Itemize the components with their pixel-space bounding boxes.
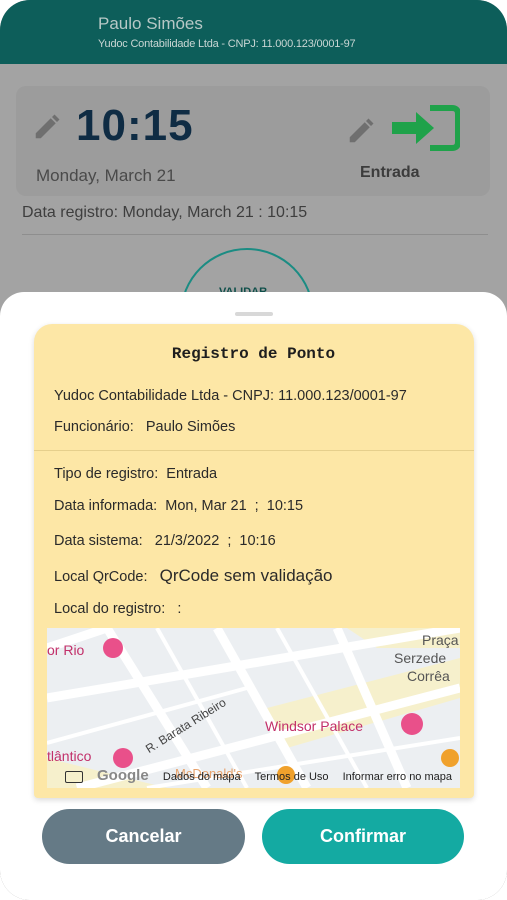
employee-value: Paulo Simões [145, 419, 236, 435]
map-report-link[interactable]: Informar erro no mapa [343, 771, 452, 783]
phone-screen: Paulo Simões Yudoc Contabilidade Ltda - … [0, 0, 507, 900]
clock-date: Monday, March 21 [36, 166, 176, 185]
atlantico-pin [113, 748, 133, 768]
receipt-data-informada: Data informada: Mon, Mar 21 ; 10:15 [54, 498, 303, 514]
receipt-data-sistema: Data sistema: 21/3/2022 ; 10:16 [54, 533, 276, 549]
map-label-atlantico: tlântico [47, 748, 92, 764]
data-sistema-value: 21/3/2022 ; 10:16 [154, 533, 276, 549]
map-terms-link[interactable]: Termos de Uso [255, 771, 329, 783]
tipo-label: Tipo de registro: [54, 466, 159, 482]
local-qrcode-value: QrCode sem validação [159, 566, 333, 585]
data-registro: Data registro: Monday, March 21 : 10:15 [22, 204, 308, 221]
receipt-employee: Funcionário: Paulo Simões [54, 419, 235, 435]
map-footer: Dados do mapa Termos de Uso Informar err… [47, 766, 460, 788]
entry-login-icon [392, 105, 460, 151]
receipt-company: Yudoc Contabilidade Ltda - CNPJ: 11.000.… [54, 388, 407, 404]
windsor-pin [401, 713, 423, 735]
map-data-link[interactable]: Dados do mapa [163, 771, 241, 783]
edit-type-pencil-icon[interactable] [346, 116, 376, 146]
restaurant-pin [441, 749, 459, 767]
receipt-local-qrcode: Local QrCode: QrCode sem validação [54, 566, 333, 586]
confirm-button[interactable]: Confirmar [262, 809, 464, 864]
cancel-label: Cancelar [105, 826, 182, 846]
receipt-local-registro: Local do registro: : [54, 601, 181, 617]
receipt-title: Registro de Ponto [171, 345, 336, 363]
confirm-label: Confirmar [319, 826, 406, 846]
data-informada-label: Data informada: [54, 498, 158, 514]
tipo-value: Entrada [166, 466, 218, 482]
employee-name: Paulo Simões [98, 14, 203, 33]
clock-time: 10:15 [76, 101, 194, 150]
company-info: Yudoc Contabilidade Ltda - CNPJ: 11.000.… [98, 38, 356, 50]
map-label-serzede: Serzede [394, 650, 447, 666]
map-label-windsor: Windsor Palace [265, 718, 364, 734]
map-label-correa: Corrêa [407, 668, 450, 684]
local-registro-value: : [177, 601, 182, 617]
employee-label: Funcionário: [54, 419, 134, 435]
app-header: Paulo Simões Yudoc Contabilidade Ltda - … [0, 0, 507, 64]
location-map[interactable]: or Rio Praça Serzede Corrêa Windsor Pala… [47, 628, 460, 788]
divider [22, 234, 488, 235]
cancel-button[interactable]: Cancelar [42, 809, 245, 864]
receipt-tipo: Tipo de registro: Entrada [54, 466, 217, 482]
map-label-praca: Praça [422, 632, 459, 648]
receipt-divider [34, 450, 474, 451]
map-label-rio: or Rio [47, 642, 85, 658]
edit-time-pencil-icon[interactable] [32, 112, 62, 142]
data-sistema-label: Data sistema: [54, 533, 143, 549]
rio-pin [103, 638, 123, 658]
local-qrcode-label: Local QrCode: [54, 569, 148, 585]
local-registro-label: Local do registro: [54, 601, 166, 617]
entry-type-label: Entrada [360, 164, 420, 181]
sheet-drag-handle[interactable] [235, 312, 273, 316]
data-informada-value: Mon, Mar 21 ; 10:15 [165, 498, 304, 514]
